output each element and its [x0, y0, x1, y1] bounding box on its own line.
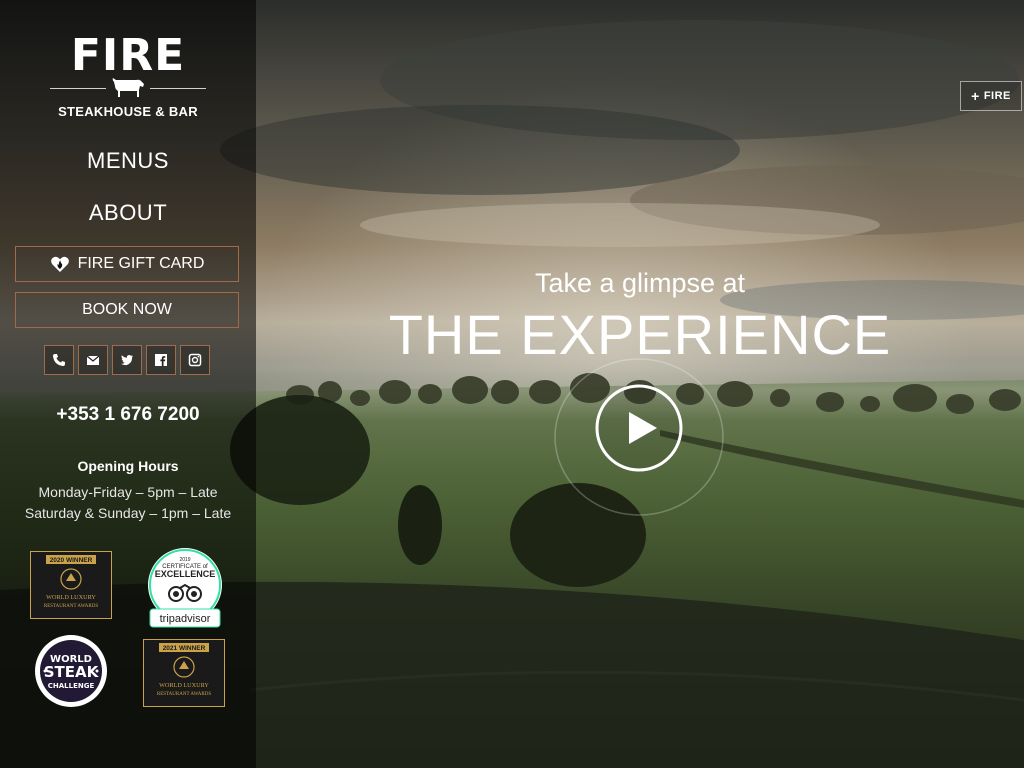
svg-text:RESTAURANT AWARDS: RESTAURANT AWARDS	[157, 692, 211, 697]
gift-card-label: FIRE GIFT CARD	[77, 255, 205, 272]
svg-text:CHALLENGE: CHALLENGE	[48, 682, 95, 690]
instagram-button[interactable]	[180, 345, 210, 375]
svg-text:WORLD LUXURY: WORLD LUXURY	[159, 682, 209, 689]
logo-wordmark: FIRE	[70, 30, 186, 81]
hours-weekend: Saturday & Sunday – 1pm – Late	[24, 505, 232, 521]
nav-about[interactable]: ABOUT	[0, 200, 256, 226]
opening-hours-title: Opening Hours	[77, 458, 179, 474]
svg-text:RESTAURANT AWARDS: RESTAURANT AWARDS	[44, 604, 98, 609]
award-luxury-restaurant-2020: 2020 WINNER WORLD LUXURY RESTAURANT AWAR…	[30, 551, 112, 619]
hours-weekday: Monday-Friday – 5pm – Late	[38, 484, 218, 500]
fire-menu-label: FIRE	[983, 90, 1011, 102]
svg-text:tripadvisor: tripadvisor	[160, 613, 211, 625]
logo-divider-left	[50, 88, 106, 89]
social-links	[44, 345, 210, 375]
facebook-button[interactable]	[146, 345, 176, 375]
plus-icon: +	[971, 88, 980, 104]
fire-menu-toggle[interactable]: + FIRE	[960, 81, 1022, 111]
book-now-label: BOOK NOW	[82, 301, 172, 318]
logo-subtitle: STEAKHOUSE & BAR	[58, 104, 198, 119]
phone-icon	[53, 354, 65, 366]
sidebar: FIRE STEAKHOUSE & BAR MENUS ABOUT FIRE G…	[0, 0, 256, 768]
email-icon	[86, 355, 100, 365]
instagram-icon	[188, 353, 202, 367]
logo[interactable]: FIRE STEAKHOUSE & BAR	[48, 32, 208, 124]
gift-card-button[interactable]: FIRE GIFT CARD	[15, 246, 239, 282]
svg-text:2019: 2019	[179, 557, 190, 563]
nav-menus[interactable]: MENUS	[0, 148, 256, 174]
facebook-icon	[155, 354, 167, 366]
twitter-icon	[121, 355, 133, 366]
svg-text:STEAK: STEAK	[44, 663, 100, 681]
svg-text:WORLD LUXURY: WORLD LUXURY	[46, 594, 96, 601]
award-luxury-restaurant-2021: 2021 WINNER WORLD LUXURY RESTAURANT AWAR…	[143, 639, 225, 707]
award-tripadvisor-certificate: 2019 CERTIFICATE of EXCELLENCE tripadvis…	[146, 547, 224, 629]
logo-divider-right	[150, 88, 206, 89]
phone-number[interactable]: +353 1 676 7200	[0, 404, 256, 426]
cow-icon	[112, 78, 144, 97]
twitter-button[interactable]	[112, 345, 142, 375]
phone-button[interactable]	[44, 345, 74, 375]
svg-text:EXCELLENCE: EXCELLENCE	[155, 569, 216, 579]
play-video-button[interactable]	[595, 384, 683, 472]
award-world-steak-challenge: WORLD STEAK CHALLENGE	[32, 634, 110, 708]
email-button[interactable]	[78, 345, 108, 375]
hero-tagline: Take a glimpse at	[534, 268, 746, 298]
svg-text:2020 WINNER: 2020 WINNER	[50, 557, 93, 564]
heart-flame-icon	[50, 256, 69, 272]
book-now-button[interactable]: BOOK NOW	[15, 292, 239, 328]
svg-text:2021 WINNER: 2021 WINNER	[163, 645, 206, 652]
